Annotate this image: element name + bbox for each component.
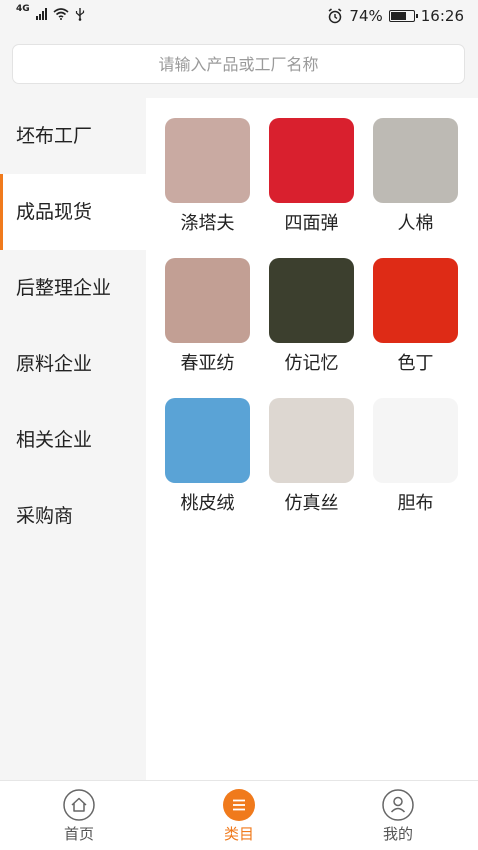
product-image [269,398,354,483]
product-item[interactable]: 涤塔夫 [165,118,250,237]
product-image [373,118,458,203]
battery-percent: 74% [349,7,383,25]
product-image [165,258,250,343]
tab-mine[interactable]: 我的 [358,789,438,844]
tab-mine-label: 我的 [382,825,413,843]
status-bar: 4G 74% 16:26 [0,0,478,34]
usb-icon [75,8,84,21]
product-image [269,258,354,343]
product-image [165,398,250,483]
user-icon [382,789,414,821]
wifi-icon [53,8,69,20]
search-bar [12,44,465,84]
product-label: 涤塔夫 [180,213,235,234]
product-label: 人棉 [397,213,434,234]
product-item[interactable]: 仿记忆 [269,258,354,377]
network-type: 4G [16,4,30,14]
product-panel: 涤塔夫 四面弹 人棉春亚纺 仿记忆 色丁桃皮绒 仿真丝 胆布 [146,98,478,780]
sidebar-item[interactable]: 相关企业 [0,402,146,478]
product-item[interactable]: 胆布 [373,398,458,517]
product-label: 仿真丝 [284,493,339,514]
bottom-tab-bar: 首页 类目 我的 [0,780,478,850]
product-label: 胆布 [397,493,434,514]
product-image [373,398,458,483]
sidebar-item[interactable]: 后整理企业 [0,250,146,326]
sidebar-item[interactable]: 成品现货 [0,174,146,250]
status-right: 74% 16:26 [327,7,464,25]
product-image [165,118,250,203]
status-left: 4G [16,4,85,21]
product-item[interactable]: 桃皮绒 [165,398,250,517]
product-item[interactable]: 人棉 [373,118,458,237]
signal-icon [35,8,47,20]
product-item[interactable]: 色丁 [373,258,458,377]
product-label: 色丁 [397,353,434,374]
home-icon [63,789,95,821]
category-list-icon [223,789,255,821]
search-input[interactable] [12,44,465,84]
product-item[interactable]: 仿真丝 [269,398,354,517]
battery-icon [388,10,418,22]
battery-fill [390,12,407,20]
product-label: 仿记忆 [284,353,339,374]
sidebar-item[interactable]: 坯布工厂 [0,98,146,174]
sidebar-item[interactable]: 采购商 [0,478,146,554]
product-label: 四面弹 [284,213,339,234]
product-image [269,118,354,203]
tab-home[interactable]: 首页 [39,789,119,844]
product-label: 桃皮绒 [180,493,235,514]
alarm-icon [328,8,342,24]
product-item[interactable]: 春亚纺 [165,258,250,377]
product-image [373,258,458,343]
sidebar-item[interactable]: 原料企业 [0,326,146,402]
product-grid: 涤塔夫 四面弹 人棉春亚纺 仿记忆 色丁桃皮绒 仿真丝 胆布 [165,118,458,517]
product-item[interactable]: 四面弹 [269,118,354,237]
clock: 16:26 [420,7,464,25]
tab-category-label: 类目 [223,825,254,843]
tab-category[interactable]: 类目 [199,789,279,844]
product-label: 春亚纺 [180,353,235,374]
category-sidebar: 坯布工厂 成品现货 后整理企业 原料企业 相关企业 采购商 [0,98,146,780]
tab-home-label: 首页 [63,825,94,843]
